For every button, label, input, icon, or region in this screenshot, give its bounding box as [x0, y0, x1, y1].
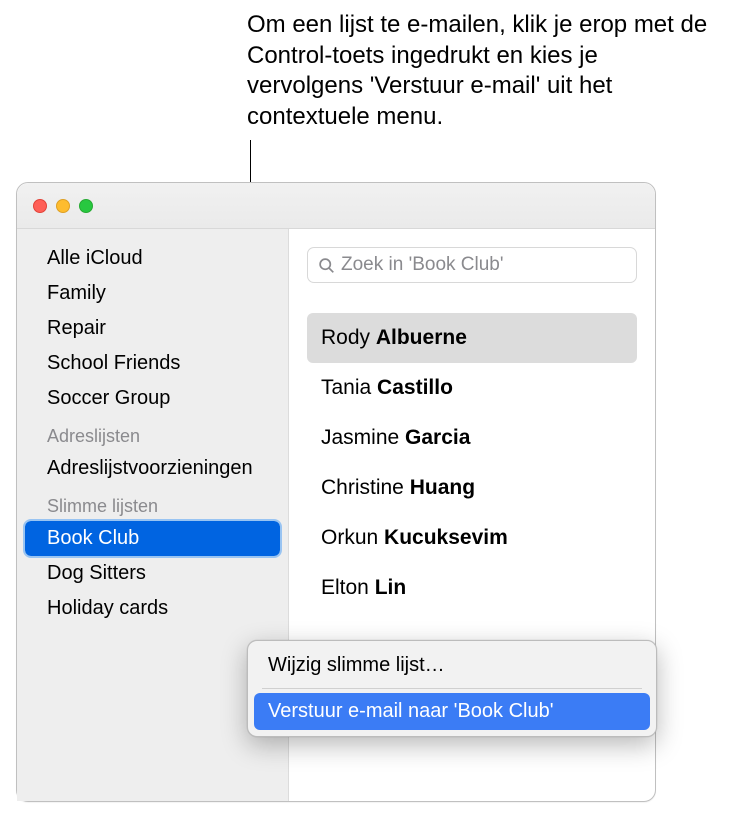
window-titlebar	[17, 183, 655, 229]
menu-divider	[262, 688, 642, 689]
sidebar-item[interactable]: Adreslijstvoorzieningen	[17, 451, 288, 486]
callout-text: Om een lijst te e-mailen, klik je erop m…	[247, 10, 717, 133]
sidebar-item[interactable]: Repair	[17, 311, 288, 346]
context-menu-item[interactable]: Wijzig slimme lijst…	[254, 647, 650, 684]
sidebar-item[interactable]: Book Club	[25, 521, 280, 556]
search-input[interactable]: Zoek in 'Book Club'	[307, 247, 637, 283]
contact-row[interactable]: Rody Albuerne	[307, 313, 637, 363]
context-menu: Wijzig slimme lijst… Verstuur e-mail naar…	[247, 640, 657, 737]
sidebar-section-header: Adreslijsten	[17, 416, 288, 451]
window-maximize-button[interactable]	[79, 199, 93, 213]
sidebar-item[interactable]: Soccer Group	[17, 381, 288, 416]
sidebar-item[interactable]: Family	[17, 276, 288, 311]
context-menu-item[interactable]: Verstuur e-mail naar 'Book Club'	[254, 693, 650, 730]
search-placeholder: Zoek in 'Book Club'	[341, 254, 504, 276]
search-icon	[318, 257, 335, 274]
contact-row[interactable]: Elton Lin	[307, 563, 637, 613]
contact-row[interactable]: Christine Huang	[307, 463, 637, 513]
contact-row[interactable]: Tania Castillo	[307, 363, 637, 413]
contacts-list: Rody AlbuerneTania CastilloJasmine Garci…	[307, 313, 637, 613]
contact-row[interactable]: Jasmine Garcia	[307, 413, 637, 463]
sidebar-item[interactable]: Dog Sitters	[17, 556, 288, 591]
sidebar-item[interactable]: Alle iCloud	[17, 241, 288, 276]
contact-row[interactable]: Orkun Kucuksevim	[307, 513, 637, 563]
sidebar-section-header: Slimme lijsten	[17, 486, 288, 521]
sidebar-item[interactable]: Holiday cards	[17, 591, 288, 626]
window-minimize-button[interactable]	[56, 199, 70, 213]
window-close-button[interactable]	[33, 199, 47, 213]
sidebar-item[interactable]: School Friends	[17, 346, 288, 381]
